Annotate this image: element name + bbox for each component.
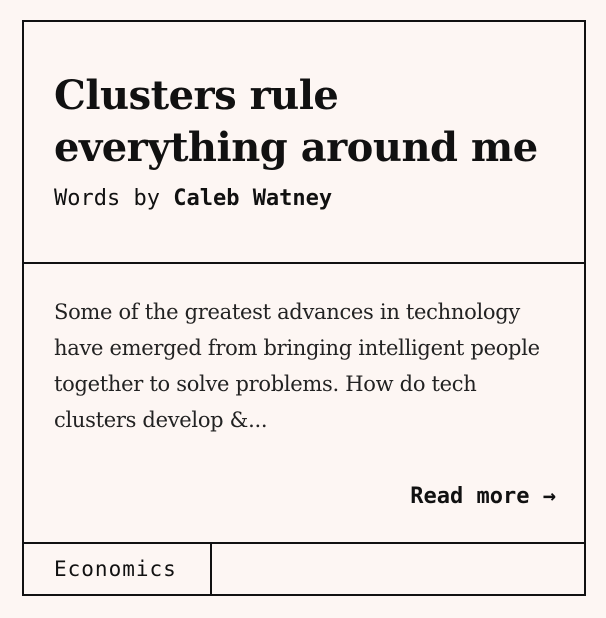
byline-prefix: Words by — [54, 186, 160, 211]
author-name[interactable]: Caleb Watney — [173, 186, 332, 211]
byline: Words by Caleb Watney — [54, 184, 332, 214]
article-title[interactable]: Clusters rule everything around me — [54, 70, 564, 174]
article-card: Clusters rule everything around me Words… — [22, 20, 586, 596]
read-more-link[interactable]: Read more → — [410, 482, 556, 512]
category-tag-label: Economics — [54, 557, 177, 581]
card-body: Some of the greatest advances in technol… — [24, 264, 584, 544]
category-tag[interactable]: Economics — [24, 544, 212, 594]
card-footer: Economics — [24, 544, 584, 594]
article-excerpt: Some of the greatest advances in technol… — [54, 300, 540, 432]
card-header: Clusters rule everything around me Words… — [24, 22, 584, 264]
